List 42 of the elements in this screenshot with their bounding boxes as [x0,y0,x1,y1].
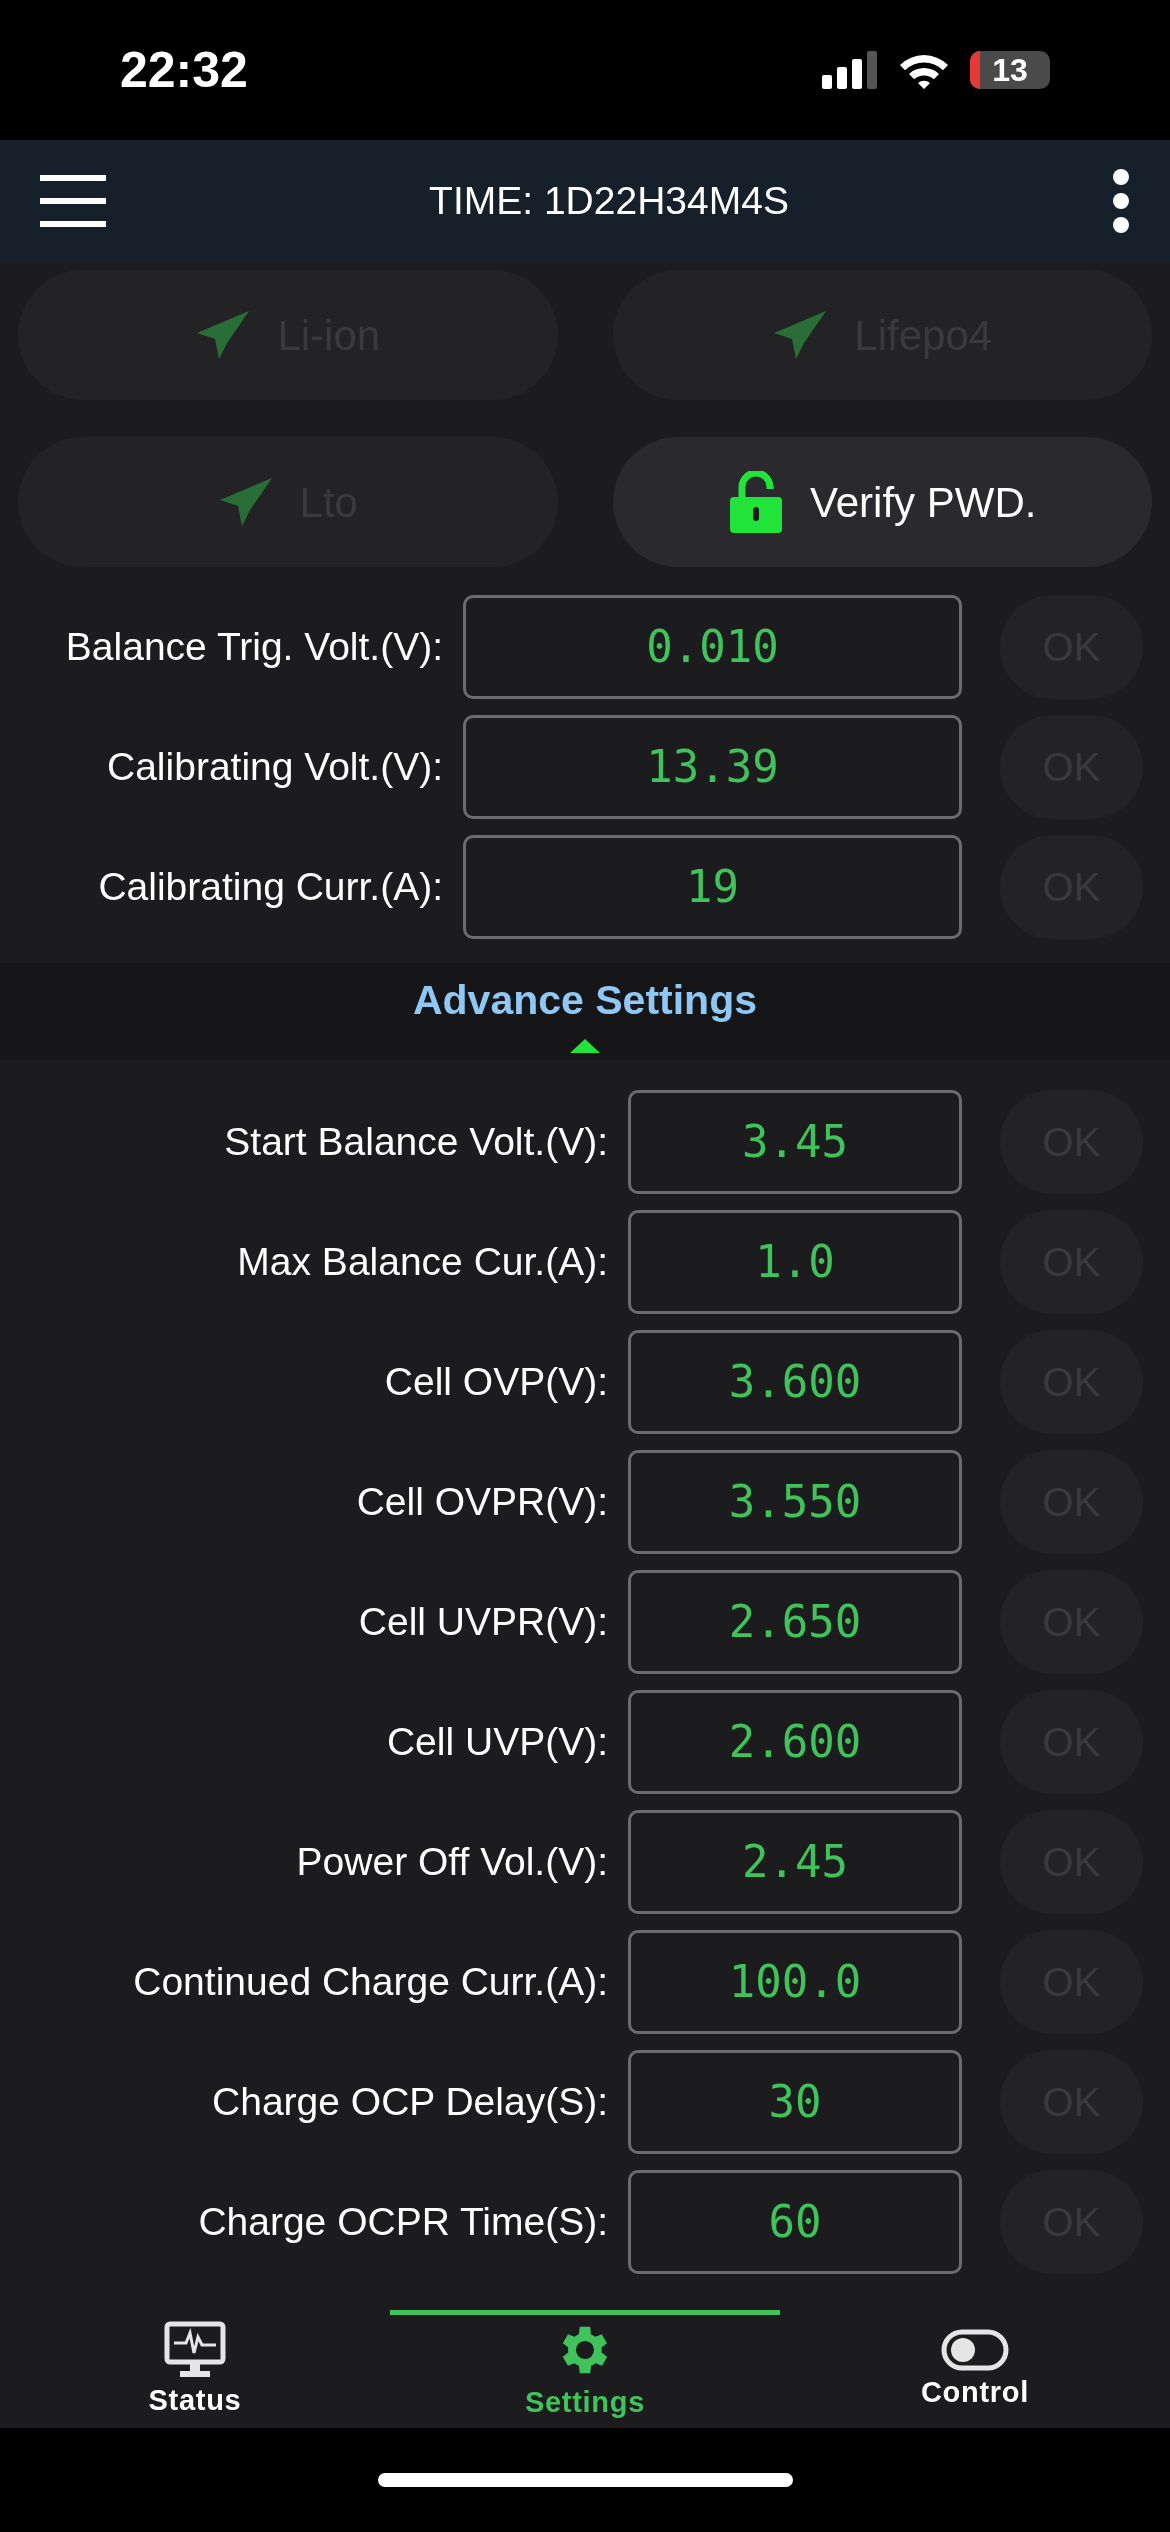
setting-label: Cell OVPR(V): [355,1478,609,1525]
value-field[interactable]: 19 [463,835,962,939]
toggle-icon [941,2328,1009,2371]
value-field[interactable]: 1.0 [628,1210,962,1314]
monitor-icon [164,2320,226,2379]
header-title: TIME: 1D22H34M4S [429,177,789,224]
setting-label: Continued Charge Curr.(A): [132,1958,609,2005]
more-options-icon[interactable] [1112,168,1130,234]
setting-label: Charge OCP Delay(S): [211,2078,609,2125]
nav-tab[interactable]: Control [780,2310,1170,2428]
clock-time: 22:32 [120,40,248,100]
setting-label: Charge OCPR Time(S): [197,2198,609,2245]
battery-indicator: 13 [970,51,1050,89]
setting-label: Power Off Vol.(V): [295,1838,609,1885]
setting-label: Cell OVP(V): [383,1358,609,1405]
lock-icon [728,471,785,533]
setting-label: Calibrating Volt.(V): [106,743,444,790]
advance-settings-toggle[interactable]: Advance Settings [0,963,1170,1060]
value-field[interactable]: 2.600 [628,1690,962,1794]
value-field[interactable]: 13.39 [463,715,962,819]
value-field[interactable]: 3.600 [628,1330,962,1434]
nav-tab[interactable]: Status [0,2310,390,2428]
paper-plane-icon [772,309,829,361]
value-field[interactable]: 30 [628,2050,962,2154]
value-field[interactable]: 60 [628,2170,962,2274]
setting-label: Cell UVPR(V): [357,1598,609,1645]
value-field[interactable]: 0.010 [463,595,962,699]
paper-plane-icon [195,309,252,361]
value-field[interactable]: 100.0 [628,1930,962,2034]
setting-label: Balance Trig. Volt.(V): [64,623,444,670]
collapse-caret-icon [570,1039,600,1054]
value-field[interactable]: 3.45 [628,1090,962,1194]
signal-icon [822,51,878,89]
setting-label: Cell UVP(V): [385,1718,609,1765]
value-field[interactable]: 2.45 [628,1810,962,1914]
setting-label: Calibrating Curr.(A): [97,863,444,910]
verify-password-button[interactable]: Verify PWD. [612,437,1152,567]
menu-icon[interactable] [40,175,106,227]
value-field[interactable]: 3.550 [628,1450,962,1554]
value-field[interactable]: 2.650 [628,1570,962,1674]
setting-label: Start Balance Volt.(V): [223,1118,609,1165]
setting-label: Max Balance Cur.(A): [236,1238,609,1285]
